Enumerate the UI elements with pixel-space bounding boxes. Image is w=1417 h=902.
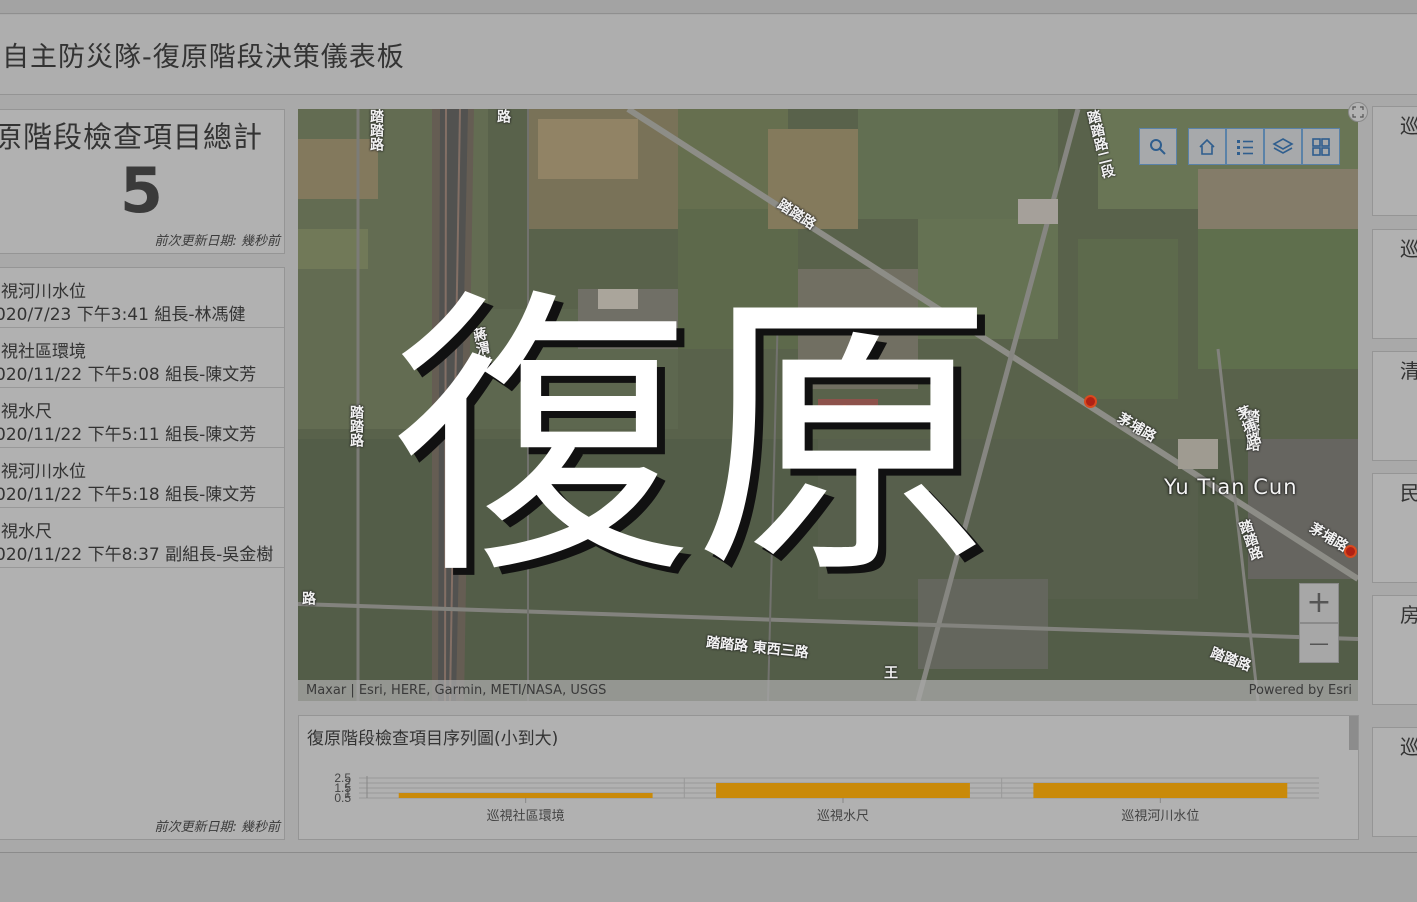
list-item-subtitle: 020/11/22 下午5:08 組長-陳文芳	[0, 365, 257, 385]
indicator-panel: 原階段檢查項目總計 5 前次更新日期: 幾秒前	[0, 109, 285, 254]
right-indicator-card: 民	[1372, 473, 1417, 583]
home-button[interactable]	[1188, 128, 1226, 165]
map-point-marker[interactable]	[1344, 545, 1357, 558]
right-indicator-card: 清	[1372, 351, 1417, 461]
layers-icon	[1272, 137, 1294, 154]
road-label: 路	[300, 591, 316, 605]
search-button[interactable]	[1139, 128, 1177, 165]
road-label: 王	[882, 665, 898, 679]
serial-chart-panel: 復原階段檢查項目序列圖(小到大) 2.5 2 1.5 1 0.5 巡視社區環境 巡視水尺 巡視…	[298, 715, 1359, 840]
basemap-gallery-icon	[1312, 137, 1330, 156]
place-label: Yu Tian Cun	[1164, 475, 1298, 499]
zoom-in-button[interactable]: +	[1299, 583, 1339, 623]
list-item[interactable]: 視水尺 020/11/22 下午8:37 副組長-吳金樹	[0, 508, 284, 568]
search-icon	[1150, 138, 1166, 155]
attribution-text[interactable]: Maxar | Esri, HERE, Garmin, METI/NASA, U…	[306, 683, 606, 698]
serial-chart: 2.521.510.5巡視社區環境 巡視水尺 巡視河川水位	[334, 771, 1319, 824]
right-indicator-card: 巡	[1372, 229, 1417, 339]
right-card-label: 清	[1400, 355, 1417, 384]
powered-by-esri[interactable]: Powered by Esri	[1249, 683, 1352, 698]
list-item[interactable]: 視河川水位 020/11/22 下午5:18 組長-陳文芳	[0, 448, 284, 508]
list-item-subtitle: 020/11/22 下午5:11 組長-陳文芳	[0, 425, 257, 445]
list-item-title: 視水尺	[1, 402, 52, 422]
list-item-subtitle: 020/7/23 下午3:41 組長-林馮健	[0, 305, 246, 325]
right-indicator-card: 巡	[1372, 106, 1417, 216]
right-card-label: 巡	[1400, 233, 1417, 262]
y-tick-label: 0.5	[334, 791, 351, 805]
list-item[interactable]: 視水尺 020/11/22 下午5:11 組長-陳文芳	[0, 388, 284, 448]
list-item-title: 視河川水位	[1, 282, 86, 302]
chart-bar	[1033, 783, 1288, 798]
list-item[interactable]: 視河川水位 020/7/23 下午3:41 組長-林馮健	[0, 268, 284, 328]
basemap-gallery-button[interactable]	[1302, 128, 1340, 165]
top-strip	[0, 0, 1417, 14]
zoom-out-button[interactable]: —	[1299, 623, 1339, 663]
chart-bar	[398, 793, 653, 798]
dashboard-header: 自主防災隊-復原階段決策儀表板	[0, 15, 1417, 95]
list-item-title: 視社區環境	[1, 342, 86, 362]
indicator-value: 5	[119, 154, 164, 227]
list-item-subtitle: 020/11/22 下午5:18 組長-陳文芳	[0, 485, 257, 505]
chart-bar	[716, 783, 970, 798]
right-card-label: 房	[1400, 599, 1417, 628]
footer-bar	[0, 852, 1417, 902]
list-panel: 視河川水位 020/7/23 下午3:41 組長-林馮健 視社區環境 020/1…	[0, 267, 285, 840]
right-indicator-card: 房	[1372, 595, 1417, 705]
road-label: 踏踏路	[368, 109, 384, 151]
layers-button[interactable]	[1264, 128, 1302, 165]
right-card-label: 巡	[1400, 110, 1417, 139]
list-item-title: 視河川水位	[1, 462, 86, 482]
x-tick-label: 巡視社區環境	[487, 808, 565, 824]
list-last-update: 前次更新日期: 幾秒前	[154, 820, 280, 835]
right-indicator-card: 巡	[1372, 727, 1417, 837]
home-icon	[1199, 138, 1215, 155]
right-card-label: 民	[1400, 477, 1417, 506]
list-item-title: 視水尺	[1, 522, 52, 542]
road-label: 踏踏路	[348, 405, 364, 447]
chart-title: 復原階段檢查項目序列圖(小到大)	[307, 729, 559, 749]
list-item[interactable]: 視社區環境 020/11/22 下午5:08 組長-陳文芳	[0, 328, 284, 388]
legend-icon	[1237, 139, 1253, 155]
expand-icon[interactable]	[1348, 102, 1368, 122]
x-tick-label: 巡視水尺	[817, 809, 869, 824]
x-tick-label: 巡視河川水位	[1121, 809, 1199, 824]
overlay-title: 復原	[392, 265, 996, 614]
map-attribution: Maxar | Esri, HERE, Garmin, METI/NASA, U…	[298, 680, 1358, 701]
list-item-subtitle: 020/11/22 下午8:37 副組長-吳金樹	[0, 545, 274, 565]
right-card-label: 巡	[1400, 731, 1417, 760]
road-label: 路	[495, 109, 511, 123]
legend-button[interactable]	[1226, 128, 1264, 165]
chart-scrollbar[interactable]	[1349, 716, 1358, 750]
dashboard-title: 自主防災隊-復原階段決策儀表板	[2, 42, 405, 73]
indicator-last-update: 前次更新日期: 幾秒前	[154, 234, 280, 249]
indicator-title: 原階段檢查項目總計	[0, 120, 264, 154]
map-point-marker[interactable]	[1084, 395, 1097, 408]
